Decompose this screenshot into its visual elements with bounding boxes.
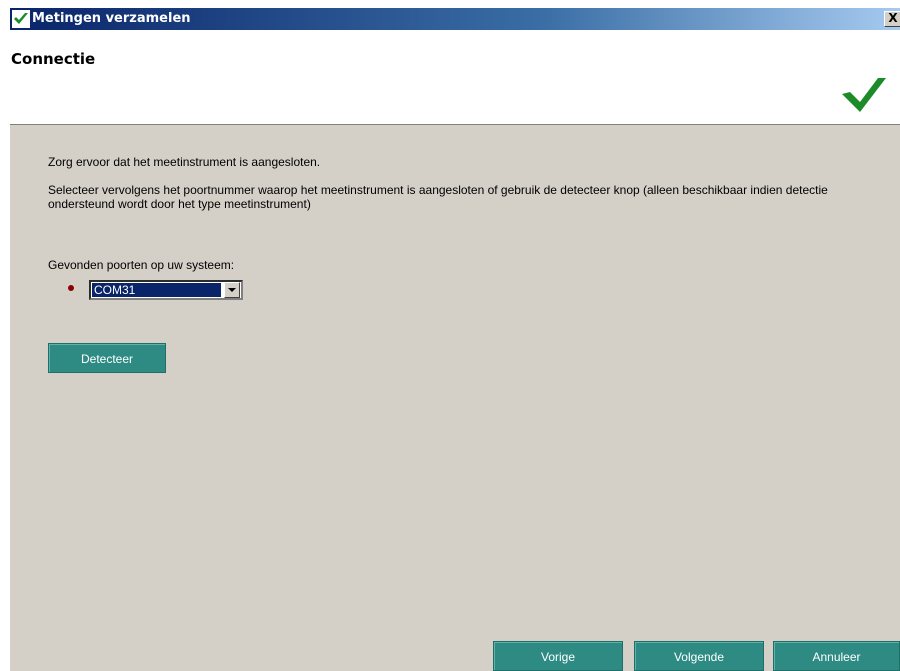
dropdown-arrow-icon[interactable] bbox=[224, 282, 240, 298]
port-select[interactable]: COM31 bbox=[89, 280, 243, 300]
detect-button[interactable]: Detecteer bbox=[48, 343, 166, 373]
checkmark-logo-icon bbox=[842, 78, 886, 112]
wizard-content: Zorg ervoor dat het meetinstrument is aa… bbox=[10, 125, 900, 671]
window-title: Metingen verzamelen bbox=[32, 11, 191, 26]
previous-button[interactable]: Vorige bbox=[493, 641, 623, 671]
checkmark-icon bbox=[12, 10, 30, 28]
ports-label: Gevonden poorten op uw systeem: bbox=[48, 258, 235, 272]
close-button[interactable]: X bbox=[884, 11, 900, 27]
wizard-header: Connectie bbox=[10, 30, 900, 125]
wizard-window: Metingen verzamelen X Connectie Zorg erv… bbox=[10, 8, 900, 671]
next-button[interactable]: Volgende bbox=[634, 641, 764, 671]
title-bar[interactable]: Metingen verzamelen X bbox=[10, 8, 900, 30]
port-status-indicator bbox=[68, 285, 74, 291]
cancel-button[interactable]: Annuleer bbox=[773, 641, 900, 671]
page-title: Connectie bbox=[11, 50, 96, 68]
port-select-value: COM31 bbox=[92, 283, 221, 297]
instruction-text: Zorg ervoor dat het meetinstrument is aa… bbox=[48, 155, 321, 169]
description-text: Selecteer vervolgens het poortnummer waa… bbox=[48, 183, 828, 211]
